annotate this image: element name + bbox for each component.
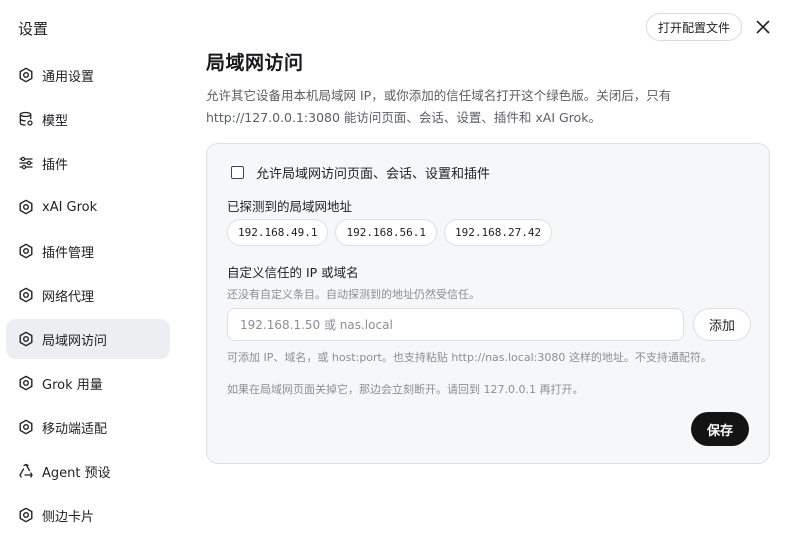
settings-main: 局域网访问 允许其它设备用本机局域网 IP，或你添加的信任域名打开这个绿色版。关… bbox=[206, 48, 770, 129]
custom-empty-hint: 还没有自定义条目。自动探测到的地址仍然受信任。 bbox=[227, 288, 480, 301]
window-title: 设置 bbox=[18, 20, 49, 38]
sidebar-item-agent-presets[interactable]: Agent 预设 bbox=[6, 451, 170, 491]
allow-lan-checkbox-row[interactable]: 允许局域网访问页面、会话、设置和插件 bbox=[231, 163, 490, 182]
trusted-host-input[interactable] bbox=[227, 308, 684, 341]
page-description-line-1: 允许其它设备用本机局域网 IP，或你添加的信任域名打开这个绿色版。关闭后，只有 bbox=[206, 88, 672, 103]
format-hint: 可添加 IP、域名，或 host:port。也支持粘贴 http://nas.l… bbox=[227, 351, 712, 364]
address-chip: 192.168.49.1 bbox=[227, 219, 329, 246]
gear-icon bbox=[18, 67, 34, 83]
lan-settings-card: 允许局域网访问页面、会话、设置和插件 已探测到的局域网地址 192.168.49… bbox=[206, 143, 770, 464]
sidebar-item-label: 模型 bbox=[42, 113, 69, 129]
gear-icon bbox=[18, 331, 34, 347]
sidebar-item-plugin-management[interactable]: 插件管理 bbox=[6, 231, 170, 271]
gear-icon bbox=[18, 375, 34, 391]
warning-hint: 如果在局域网页面关掉它，那边会立刻断开。请回到 127.0.0.1 再打开。 bbox=[227, 383, 584, 396]
sidebar-item-mobile-adaptation[interactable]: 移动端适配 bbox=[6, 407, 170, 447]
sidebar-item-grok-usage[interactable]: Grok 用量 bbox=[6, 363, 170, 403]
gear-icon bbox=[18, 507, 34, 523]
sidebar-item-xai-grok[interactable]: xAI Grok bbox=[6, 187, 170, 227]
recycle-icon bbox=[18, 463, 34, 479]
database-icon bbox=[18, 111, 34, 127]
sidebar-item-plugins[interactable]: 插件 bbox=[6, 143, 170, 183]
sidebar-item-label: 侧边卡片 bbox=[42, 509, 95, 525]
allow-lan-checkbox[interactable] bbox=[231, 166, 244, 179]
custom-entry-row: 添加 bbox=[227, 308, 751, 341]
add-button[interactable]: 添加 bbox=[693, 308, 751, 341]
close-icon bbox=[756, 20, 770, 34]
detected-addresses-label: 已探测到的局域网地址 bbox=[227, 199, 353, 214]
gear-icon bbox=[18, 419, 34, 435]
allow-lan-checkbox-label: 允许局域网访问页面、会话、设置和插件 bbox=[256, 167, 491, 182]
sidebar-item-general[interactable]: 通用设置 bbox=[6, 55, 170, 95]
address-chip: 192.168.56.1 bbox=[335, 219, 437, 246]
page-description-line-2: http://127.0.0.1:3080 能访问页面、会话、设置、插件和 xA… bbox=[206, 110, 601, 125]
detected-addresses: 192.168.49.1 192.168.56.1 192.168.27.42 bbox=[227, 219, 553, 246]
save-button[interactable]: 保存 bbox=[691, 412, 749, 446]
sidebar-item-label: 通用设置 bbox=[42, 69, 95, 85]
settings-sidebar: 通用设置 模型 插件 xAI Grok 插件管理 网络代理 局域网访问 Grok… bbox=[6, 55, 170, 539]
sidebar-item-label: 插件 bbox=[42, 157, 69, 173]
sidebar-item-label: 插件管理 bbox=[42, 245, 95, 261]
close-button[interactable] bbox=[752, 16, 774, 38]
sidebar-item-network-proxy[interactable]: 网络代理 bbox=[6, 275, 170, 315]
sidebar-item-models[interactable]: 模型 bbox=[6, 99, 170, 139]
sidebar-item-label: Grok 用量 bbox=[42, 377, 103, 393]
sidebar-item-label: 移动端适配 bbox=[42, 421, 108, 437]
sidebar-item-label: xAI Grok bbox=[42, 199, 98, 215]
sidebar-item-lan-access[interactable]: 局域网访问 bbox=[6, 319, 170, 359]
gear-icon bbox=[18, 199, 34, 215]
top-actions: 打开配置文件 bbox=[645, 13, 774, 41]
sliders-icon bbox=[18, 155, 34, 171]
open-config-button[interactable]: 打开配置文件 bbox=[645, 13, 742, 41]
address-chip: 192.168.27.42 bbox=[443, 219, 553, 246]
gear-icon bbox=[18, 287, 34, 303]
sidebar-item-label: 局域网访问 bbox=[42, 333, 108, 349]
sidebar-item-label: 网络代理 bbox=[42, 289, 95, 305]
sidebar-item-label: Agent 预设 bbox=[42, 465, 111, 481]
custom-trusted-label: 自定义信任的 IP 或域名 bbox=[227, 265, 359, 280]
page-description: 允许其它设备用本机局域网 IP，或你添加的信任域名打开这个绿色版。关闭后，只有 … bbox=[206, 85, 746, 129]
gear-icon bbox=[18, 243, 34, 259]
page-title: 局域网访问 bbox=[206, 52, 304, 74]
sidebar-item-side-cards[interactable]: 侧边卡片 bbox=[6, 495, 170, 535]
